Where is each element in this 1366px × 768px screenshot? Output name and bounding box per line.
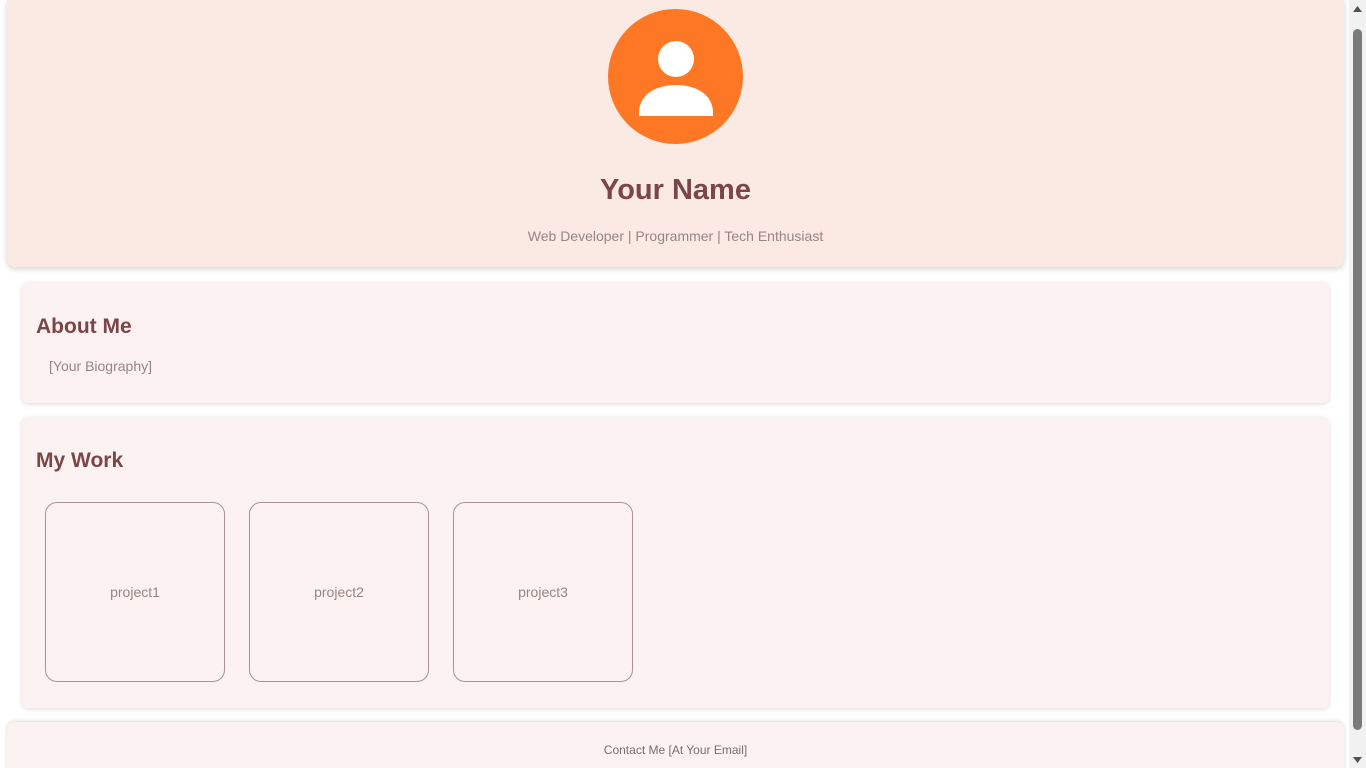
scroll-down-arrow-icon[interactable] <box>1349 751 1366 768</box>
project-card-3[interactable]: project3 <box>453 502 633 682</box>
profile-header: Your Name Web Developer | Programmer | T… <box>7 0 1344 267</box>
about-section: About Me [Your Biography] <box>22 282 1329 403</box>
project-card-2[interactable]: project2 <box>249 502 429 682</box>
project-card-1[interactable]: project1 <box>45 502 225 682</box>
page: Your Name Web Developer | Programmer | T… <box>0 0 1349 768</box>
scroll-up-arrow-icon[interactable] <box>1349 0 1366 17</box>
about-title: About Me <box>36 315 132 338</box>
work-title: My Work <box>36 449 124 472</box>
scrollbar-thumb[interactable] <box>1353 29 1362 730</box>
contact-text: Contact Me [At Your Email] <box>603 743 748 757</box>
user-avatar-icon <box>608 9 743 144</box>
footer: Contact Me [At Your Email] <box>7 722 1344 768</box>
work-section: My Work project1 project2 project3 <box>22 417 1329 708</box>
project-label: project3 <box>518 584 568 600</box>
profile-name: Your Name <box>600 174 751 206</box>
project-label: project1 <box>110 584 160 600</box>
biography-text: [Your Biography] <box>49 358 152 374</box>
vertical-scrollbar[interactable] <box>1349 0 1366 768</box>
profile-tagline: Web Developer | Programmer | Tech Enthus… <box>527 228 824 244</box>
project-label: project2 <box>314 584 364 600</box>
